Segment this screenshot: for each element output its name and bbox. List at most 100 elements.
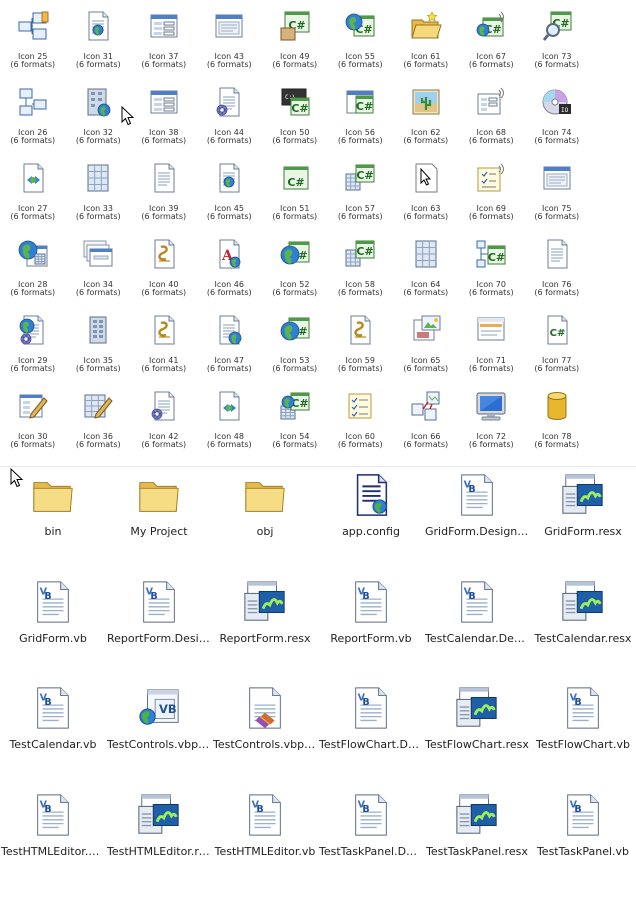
folder-icon xyxy=(136,471,182,519)
vbproj-user-file-icon xyxy=(242,684,288,732)
icon-tile[interactable]: Icon 76(6 formats) xyxy=(524,236,590,312)
icon-tile[interactable]: Icon 42(6 formats) xyxy=(131,388,197,464)
file-item[interactable]: TestFlowChart.resx xyxy=(424,684,530,791)
icon-tile[interactable]: C#Icon 57(6 formats) xyxy=(328,160,394,236)
file-item[interactable]: VBGridForm.vb xyxy=(0,578,106,685)
file-item[interactable]: VBGridForm.Designer.vb xyxy=(424,471,530,578)
icon-tile[interactable]: Icon 65(6 formats) xyxy=(393,312,459,388)
icon-format-count: (6 formats) xyxy=(338,364,383,373)
icon-tile[interactable]: Icon 39(6 formats) xyxy=(131,160,197,236)
icon-tile-label: Icon 46(6 formats) xyxy=(207,281,252,297)
icon-tile[interactable]: Icon 64(6 formats) xyxy=(393,236,459,312)
icon-tile[interactable]: AIcon 46(6 formats) xyxy=(197,236,263,312)
icon-tile[interactable]: C#Icon 73(6 formats) xyxy=(524,8,590,84)
icon-tile[interactable]: Icon 62(6 formats) xyxy=(393,84,459,160)
icon-tile[interactable]: Icon 44(6 formats) xyxy=(197,84,263,160)
icon-tile[interactable]: C#Icon 55(6 formats) xyxy=(328,8,394,84)
icon-tile[interactable]: C#Icon 58(6 formats) xyxy=(328,236,394,312)
icon-tile[interactable]: Icon 33(6 formats) xyxy=(66,160,132,236)
file-item[interactable]: app.config xyxy=(318,471,424,578)
icon-tile[interactable]: Icon 29(6 formats) xyxy=(0,312,66,388)
file-item[interactable]: VBTestControls.vbproj xyxy=(106,684,212,791)
icon-tile[interactable]: C#Icon 52(6 formats) xyxy=(262,236,328,312)
icon-format-count: (6 formats) xyxy=(76,60,121,69)
file-item[interactable]: My Project xyxy=(106,471,212,578)
icon-tile[interactable]: Icon 71(6 formats) xyxy=(459,312,525,388)
icon-tile[interactable]: Icon 26(6 formats) xyxy=(0,84,66,160)
icon-tile[interactable]: Icon 78(6 formats) xyxy=(524,388,590,464)
icon-tile[interactable]: Icon 35(6 formats) xyxy=(66,312,132,388)
icon-tile[interactable]: Icon 30(6 formats) xyxy=(0,388,66,464)
file-item[interactable]: ReportForm.resx xyxy=(212,578,318,685)
icon-tile-label: Icon 48(6 formats) xyxy=(207,433,252,449)
icon-tile[interactable]: Icon 43(6 formats) xyxy=(197,8,263,84)
icon-tile[interactable]: Icon 48(6 formats) xyxy=(197,388,263,464)
file-item[interactable]: VBTestHTMLEditor.vb xyxy=(212,791,318,897)
icon-format-count: (6 formats) xyxy=(207,364,252,373)
icon-format-count: (6 formats) xyxy=(272,440,317,449)
file-item[interactable]: VBTestHTMLEditor.Designer.vb xyxy=(0,791,106,897)
file-item[interactable]: TestCalendar.resx xyxy=(530,578,636,685)
table-grid-icon xyxy=(82,162,114,194)
icon-tile[interactable]: Icon 72(6 formats) xyxy=(459,388,525,464)
file-item[interactable]: VBReportForm.Designer.vb xyxy=(106,578,212,685)
file-item[interactable]: TestHTMLEditor.resx xyxy=(106,791,212,897)
icon-tile[interactable]: Icon 36(6 formats) xyxy=(66,388,132,464)
file-name: TestControls.vbproj.user xyxy=(213,738,317,751)
icon-tile[interactable]: Icon 66(6 formats) xyxy=(393,388,459,464)
icon-tile[interactable]: Icon 45(6 formats) xyxy=(197,160,263,236)
icon-tile[interactable]: Icon 47(6 formats) xyxy=(197,312,263,388)
icon-tile[interactable]: IOIcon 74(6 formats) xyxy=(524,84,590,160)
icon-tile[interactable]: Icon 60(6 formats) xyxy=(328,388,394,464)
icon-tile[interactable]: Icon 28(6 formats) xyxy=(0,236,66,312)
csharp-globe-icon: C# xyxy=(279,314,311,346)
icon-tile[interactable]: C#Icon 54(6 formats) xyxy=(262,388,328,464)
icon-tile[interactable]: C#Icon 53(6 formats) xyxy=(262,312,328,388)
icon-format-count: (6 formats) xyxy=(141,60,186,69)
icon-tile[interactable]: C#Icon 56(6 formats) xyxy=(328,84,394,160)
icon-tile[interactable]: Icon 34(6 formats) xyxy=(66,236,132,312)
file-item[interactable]: VBTestTaskPanel.vb xyxy=(530,791,636,897)
icon-tile[interactable]: Icon 59(6 formats) xyxy=(328,312,394,388)
file-item[interactable]: TestTaskPanel.resx xyxy=(424,791,530,897)
icon-tile[interactable]: C:\C#Icon 50(6 formats) xyxy=(262,84,328,160)
icon-tile[interactable]: Icon 38(6 formats) xyxy=(131,84,197,160)
icon-tile[interactable]: Icon 31(6 formats) xyxy=(66,8,132,84)
icon-tile[interactable]: Icon 63(6 formats) xyxy=(393,160,459,236)
csharp-form-icon: C# xyxy=(344,86,376,118)
icon-tile[interactable]: C#Icon 49(6 formats) xyxy=(262,8,328,84)
icon-tile[interactable]: Icon 27(6 formats) xyxy=(0,160,66,236)
icon-tile[interactable]: C#Icon 67(6 formats) xyxy=(459,8,525,84)
file-item[interactable]: VBTestCalendar.Designer.vb xyxy=(424,578,530,685)
icon-tile[interactable]: C#Icon 77(6 formats) xyxy=(524,312,590,388)
resx-file-icon xyxy=(454,791,500,839)
icon-tile[interactable]: C#Icon 70(6 formats) xyxy=(459,236,525,312)
file-item[interactable]: VBTestCalendar.vb xyxy=(0,684,106,791)
svg-text:B: B xyxy=(256,804,263,815)
file-item[interactable]: TestControls.vbproj.user xyxy=(212,684,318,791)
file-item[interactable]: VBTestTaskPanel.Designer.vb xyxy=(318,791,424,897)
resx-file-icon xyxy=(242,578,288,626)
icon-tile[interactable]: Icon 37(6 formats) xyxy=(131,8,197,84)
icon-format-count: (6 formats) xyxy=(534,440,579,449)
icon-tile[interactable]: Icon 25(6 formats) xyxy=(0,8,66,84)
file-name: TestFlowChart.Designer.vb xyxy=(319,738,423,751)
file-item[interactable]: GridForm.resx xyxy=(530,471,636,578)
file-name: TestControls.vbproj xyxy=(107,738,211,751)
file-item[interactable]: VBTestFlowChart.vb xyxy=(530,684,636,791)
icon-tile-label: Icon 33(6 formats) xyxy=(76,205,121,221)
icon-tile[interactable]: Icon 41(6 formats) xyxy=(131,312,197,388)
icon-tile[interactable]: Icon 69(6 formats) xyxy=(459,160,525,236)
icon-tile-label: Icon 77(6 formats) xyxy=(534,357,579,373)
icon-tile[interactable]: C#Icon 51(6 formats) xyxy=(262,160,328,236)
icon-tile[interactable]: Icon 61(6 formats) xyxy=(393,8,459,84)
file-item[interactable]: VBReportForm.vb xyxy=(318,578,424,685)
icon-format-count: (6 formats) xyxy=(10,364,55,373)
icon-format-count: (6 formats) xyxy=(534,136,579,145)
file-item[interactable]: VBTestFlowChart.Designer.vb xyxy=(318,684,424,791)
icon-tile[interactable]: Icon 68(6 formats) xyxy=(459,84,525,160)
icon-tile[interactable]: Icon 40(6 formats) xyxy=(131,236,197,312)
file-item[interactable]: obj xyxy=(212,471,318,578)
icon-format-count: (6 formats) xyxy=(338,440,383,449)
icon-tile[interactable]: Icon 75(6 formats) xyxy=(524,160,590,236)
